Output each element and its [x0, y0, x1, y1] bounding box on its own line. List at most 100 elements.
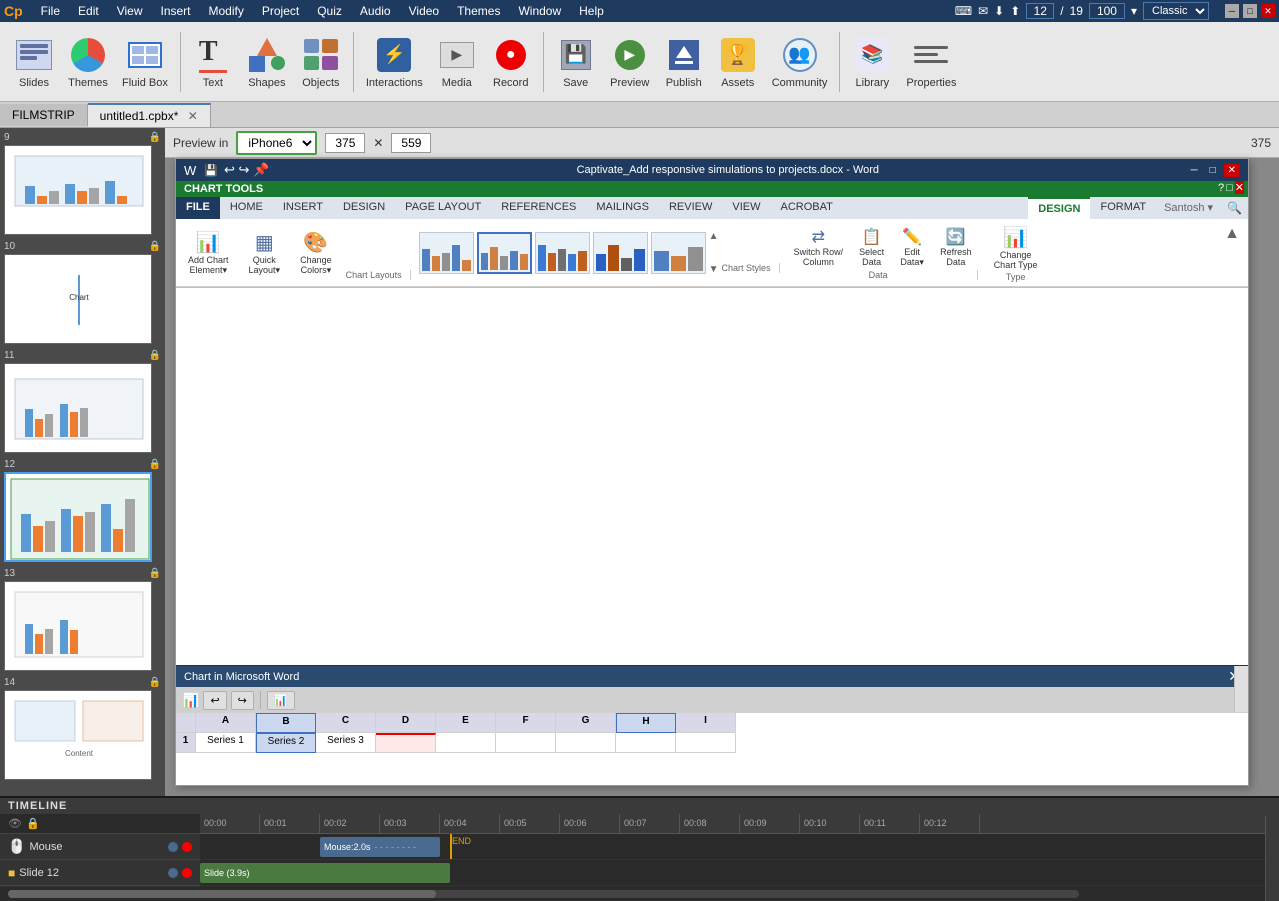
mini-col-d: D: [376, 713, 436, 785]
mini-tb-undo[interactable]: ↩: [203, 691, 226, 710]
toolbar-community[interactable]: 👥 Community: [766, 26, 834, 98]
close-button[interactable]: ✕: [1261, 4, 1275, 18]
edit-data-btn[interactable]: ✏️ EditData▾: [894, 225, 930, 270]
change-colors-btn[interactable]: 🎨 ChangeColors▾: [294, 228, 338, 278]
word-tab-mailings[interactable]: MAILINGS: [586, 197, 659, 219]
slide-separator: /: [1060, 4, 1063, 18]
slide-thumb-14[interactable]: 14🔒 Content: [4, 677, 161, 780]
menu-help[interactable]: Help: [571, 2, 612, 20]
properties-icon: [911, 35, 951, 75]
tab-close-button[interactable]: ✕: [188, 109, 198, 123]
ribbon-scroll-up[interactable]: ▲: [1222, 223, 1242, 245]
menu-edit[interactable]: Edit: [70, 2, 107, 20]
toolbar-publish[interactable]: Publish: [658, 26, 710, 98]
toolbar-record[interactable]: Record: [485, 26, 537, 98]
zoom-input[interactable]: 100: [1089, 3, 1125, 19]
chart-styles-nav[interactable]: ▲ ▼: [709, 231, 719, 275]
menu-audio[interactable]: Audio: [352, 2, 399, 20]
chart-style-5[interactable]: [651, 232, 706, 274]
word-tab-review[interactable]: REVIEW: [659, 197, 722, 219]
toolbar-preview[interactable]: Preview: [604, 26, 656, 98]
toolbar-themes[interactable]: Themes: [62, 26, 114, 98]
refresh-data-btn[interactable]: 🔄 RefreshData: [934, 225, 978, 270]
zoom-dropdown-icon[interactable]: ▾: [1131, 4, 1137, 18]
toolbar-library[interactable]: 📚 Library: [846, 26, 898, 98]
chart-style-4[interactable]: [593, 232, 648, 274]
word-tab-references[interactable]: REFERENCES: [491, 197, 586, 219]
slide-thumb-13[interactable]: 13🔒: [4, 568, 161, 671]
main-area: 9🔒 10🔒: [0, 128, 1279, 796]
word-search-btn[interactable]: 🔍: [1221, 197, 1248, 219]
quick-layout-btn[interactable]: ▦ QuickLayout▾: [243, 228, 287, 278]
word-tab-home[interactable]: HOME: [220, 197, 273, 219]
toolbar-shapes[interactable]: Shapes: [241, 26, 293, 98]
word-help-btn[interactable]: ?: [1218, 182, 1224, 194]
word-tab-chartdesign[interactable]: DESIGN: [1028, 197, 1090, 219]
word-close-btn2[interactable]: ✕: [1235, 181, 1244, 194]
slide-block[interactable]: Slide (3.9s): [200, 863, 450, 883]
toolbar-properties[interactable]: Properties: [900, 26, 962, 98]
mini-tb-redo[interactable]: ↪: [231, 691, 254, 710]
maximize-button[interactable]: □: [1243, 4, 1257, 18]
slide-thumb-10[interactable]: 10🔒 Chart: [4, 241, 161, 344]
toolbar-assets[interactable]: 🏆 Assets: [712, 26, 764, 98]
select-data-btn[interactable]: 📋 SelectData: [853, 225, 890, 270]
toolbar-text[interactable]: T Text: [187, 26, 239, 98]
mini-tb-view[interactable]: 📊: [267, 691, 295, 710]
mini-chart-toolbar: 📊 ↩ ↪ 📊: [176, 687, 1248, 713]
toolbar-objects[interactable]: Objects: [295, 26, 347, 98]
menu-quiz[interactable]: Quiz: [309, 2, 350, 20]
menu-video[interactable]: Video: [401, 2, 447, 20]
mode-select[interactable]: Classic: [1143, 2, 1209, 20]
chart-style-3[interactable]: [535, 232, 590, 274]
mini-chart-title-bar: Chart in Microsoft Word ✕: [176, 666, 1248, 687]
menu-file[interactable]: File: [33, 2, 68, 20]
menu-themes[interactable]: Themes: [449, 2, 508, 20]
mouse-red-dot: [182, 842, 192, 852]
height-input[interactable]: 559: [391, 133, 431, 153]
minimize-button[interactable]: ─: [1225, 4, 1239, 18]
menu-window[interactable]: Window: [510, 2, 569, 20]
word-maximize-btn2[interactable]: □: [1226, 182, 1233, 194]
word-close[interactable]: ✕: [1224, 164, 1240, 177]
word-tab-design[interactable]: DESIGN: [333, 197, 395, 219]
tab-document[interactable]: untitled1.cpbx* ✕: [88, 103, 211, 127]
timeline-scrollbar-v[interactable]: [1265, 816, 1279, 901]
word-tab-acrobat[interactable]: ACROBAT: [770, 197, 842, 219]
word-tab-pagelayout[interactable]: PAGE LAYOUT: [395, 197, 491, 219]
tab-filmstrip[interactable]: FILMSTRIP: [0, 104, 88, 126]
word-tab-view[interactable]: VIEW: [722, 197, 770, 219]
word-tab-format[interactable]: FORMAT: [1090, 197, 1156, 219]
type-group: 📊 ChangeChart Type Type: [986, 223, 1046, 282]
select-data-icon: 📋: [862, 227, 882, 247]
tick-0005: 00:05: [500, 814, 560, 833]
toolbar-media[interactable]: Media: [431, 26, 483, 98]
word-tab-insert[interactable]: INSERT: [273, 197, 333, 219]
toolbar-sep-3: [543, 32, 544, 92]
toolbar-interactions[interactable]: ⚡ Interactions: [360, 26, 429, 98]
menu-modify[interactable]: Modify: [201, 2, 252, 20]
menu-project[interactable]: Project: [254, 2, 307, 20]
toolbar-slides[interactable]: Slides: [8, 26, 60, 98]
menu-view[interactable]: View: [109, 2, 151, 20]
mouse-block[interactable]: Mouse:2.0s - - - - - - - -: [320, 837, 440, 857]
slide-thumb-9[interactable]: 9🔒: [4, 132, 161, 235]
menu-insert[interactable]: Insert: [153, 2, 199, 20]
chart-style-2[interactable]: [477, 232, 532, 274]
mini-header-row: [176, 713, 196, 733]
word-maximize[interactable]: □: [1206, 164, 1220, 177]
add-chart-element-btn[interactable]: 📊 Add ChartElement▾: [182, 228, 235, 278]
toolbar-fluidbox[interactable]: Fluid Box: [116, 26, 174, 98]
slide-thumb-11[interactable]: 11🔒: [4, 350, 161, 453]
width-input[interactable]: 375: [325, 133, 365, 153]
switch-row-column-btn[interactable]: ⇄ Switch Row/Column: [788, 225, 850, 270]
change-chart-type-btn[interactable]: 📊 ChangeChart Type: [986, 223, 1046, 272]
device-select[interactable]: iPhone6 iPhone8 iPad Desktop: [236, 131, 317, 155]
slide-thumb-12[interactable]: 12🔒: [4, 459, 161, 562]
chart-style-1[interactable]: [419, 232, 474, 274]
word-tab-file[interactable]: FILE: [176, 197, 220, 219]
scrollbar-h-track[interactable]: [8, 890, 1079, 898]
toolbar-save[interactable]: 💾 Save: [550, 26, 602, 98]
word-minimize[interactable]: ─: [1186, 164, 1201, 177]
current-slide-input[interactable]: 12: [1026, 3, 1054, 19]
